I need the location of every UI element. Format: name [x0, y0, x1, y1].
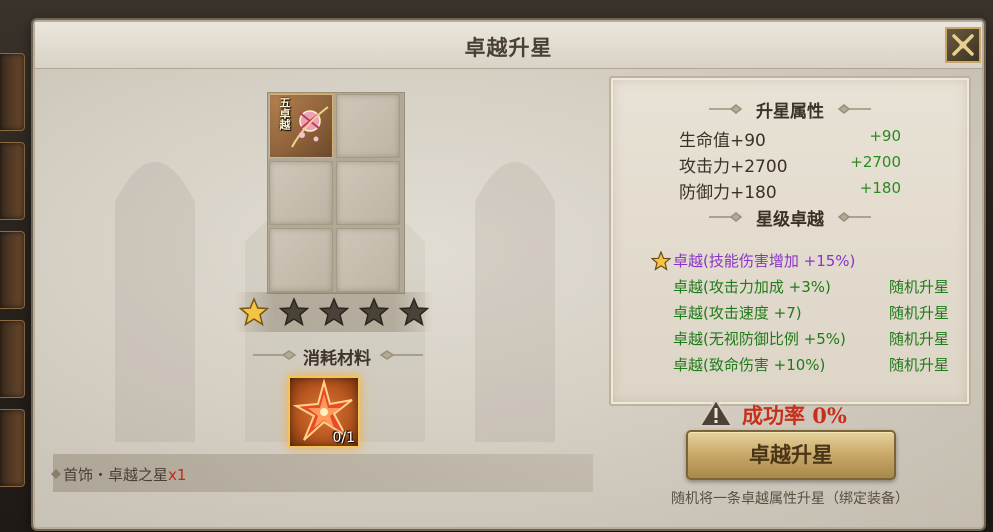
excellence-row: 卓越(攻击力加成 +3%)	[673, 278, 831, 296]
dialog-title: 卓越升星	[464, 36, 553, 60]
upgrade-dialog: 卓越升星 五卓越 消耗材料 0/1 首饰・卓越之星x1 升星属性 生命值+90 …	[33, 20, 984, 529]
material-slot[interactable]: 0/1	[288, 376, 360, 448]
warning-icon	[698, 398, 734, 427]
title-bar: 卓越升星	[35, 22, 982, 69]
selected-item-slot[interactable]: 五卓越	[269, 94, 333, 158]
star-empty-icon	[399, 297, 429, 327]
empty-slot[interactable]	[269, 228, 333, 292]
success-rate: 成功率 0%	[742, 403, 847, 428]
stat-row-attack: 攻击力+2700 +2700	[679, 152, 939, 177]
material-name-bar: 首饰・卓越之星x1	[51, 454, 593, 492]
empty-slot[interactable]	[336, 228, 400, 292]
random-star-tag: 随机升星	[889, 304, 950, 322]
random-star-tag: 随机升星	[889, 330, 950, 348]
ornament-right-icon	[837, 212, 871, 222]
tier-label: 五卓越	[278, 97, 291, 130]
excellence-heading: 星级卓越	[756, 210, 824, 230]
equipment-slot[interactable]	[0, 53, 25, 131]
stat-row-defense: 防御力+180 +180	[679, 178, 939, 203]
diamond-bullet-icon	[51, 469, 61, 479]
star-empty-icon	[319, 297, 349, 327]
star-rating	[234, 292, 434, 332]
upgrade-button[interactable]: 卓越升星	[686, 430, 896, 480]
empty-slot[interactable]	[269, 161, 333, 225]
materials-heading: 消耗材料	[303, 349, 371, 369]
random-star-tag: 随机升星	[889, 278, 950, 296]
equipment-slot[interactable]	[0, 320, 25, 398]
upgrade-note: 随机将一条卓越属性升星（绑定装备）	[671, 491, 909, 507]
material-count: 0/1	[332, 430, 355, 446]
stat-label: 防御力+180	[679, 183, 777, 203]
star-marker-icon	[651, 251, 671, 271]
left-equipment-strip	[0, 45, 26, 532]
material-name-text: 首饰・卓越之星	[63, 466, 169, 484]
equipment-grid: 五卓越	[267, 92, 405, 294]
empty-slot[interactable]	[336, 94, 400, 158]
star-empty-icon	[279, 297, 309, 327]
equipment-slot[interactable]	[0, 142, 25, 220]
close-icon	[952, 34, 974, 56]
star-empty-icon	[359, 297, 389, 327]
excellence-row: 卓越(致命伤害 +10%)	[673, 356, 826, 374]
excellence-row: 卓越(技能伤害增加 +15%)	[673, 252, 856, 270]
star-filled-icon	[239, 297, 269, 327]
attribute-panel: 升星属性 生命值+90 +90 攻击力+2700 +2700 防御力+180 +…	[609, 76, 971, 406]
excellence-row: 卓越(攻击速度 +7)	[673, 304, 802, 322]
stat-increase: +2700	[850, 153, 901, 171]
equipment-slot[interactable]	[0, 409, 25, 487]
stat-increase: +90	[869, 127, 901, 145]
equipment-slot[interactable]	[0, 231, 25, 309]
attributes-heading: 升星属性	[756, 102, 824, 122]
ornament-right-icon	[837, 104, 871, 114]
ornament-left-icon	[253, 350, 297, 360]
stat-increase: +180	[859, 179, 901, 197]
material-qty: x1	[168, 466, 187, 484]
material-name: 首饰・卓越之星x1	[63, 464, 186, 485]
ornament-right-icon	[379, 350, 423, 360]
stat-label: 生命值+90	[679, 131, 766, 151]
stat-row-hp: 生命值+90 +90	[679, 126, 939, 151]
empty-slot[interactable]	[336, 161, 400, 225]
random-star-tag: 随机升星	[889, 356, 950, 374]
stat-label: 攻击力+2700	[679, 157, 788, 177]
close-button[interactable]	[945, 27, 981, 63]
excellence-row: 卓越(无视防御比例 +5%)	[673, 330, 846, 348]
